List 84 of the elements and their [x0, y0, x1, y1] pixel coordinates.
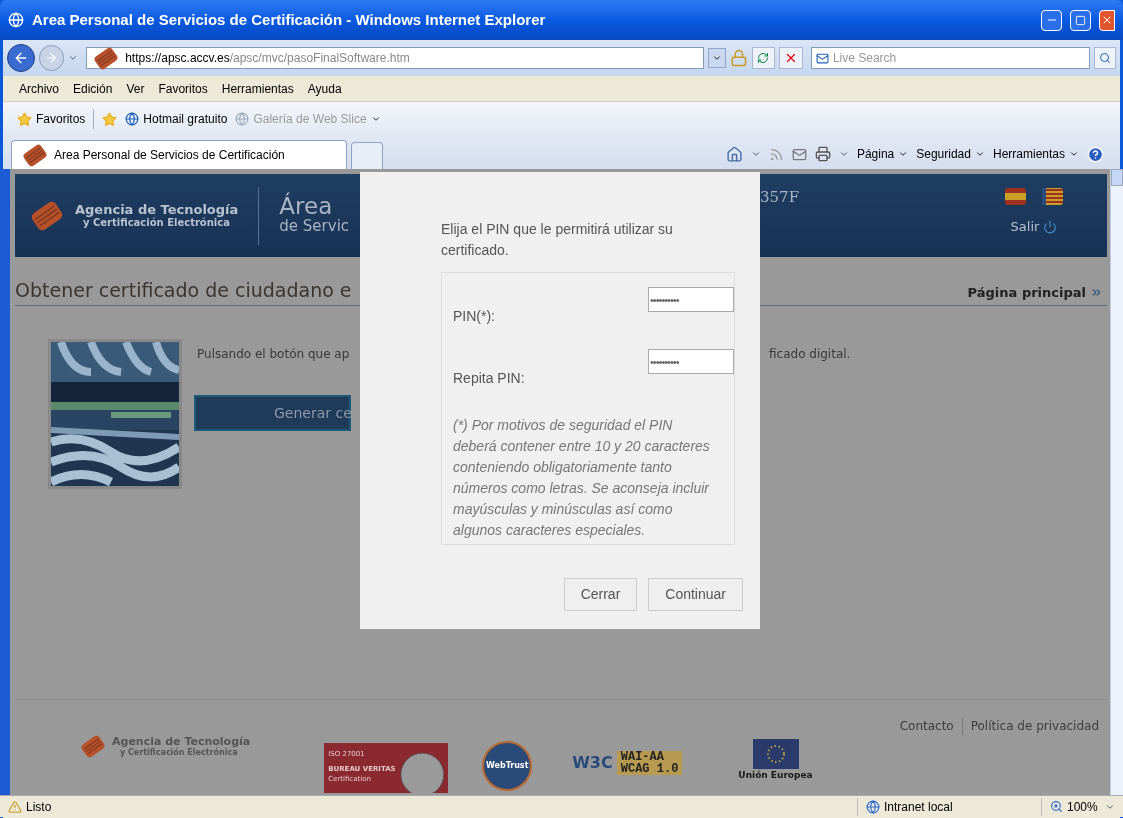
menu-item[interactable]: Herramientas [221, 79, 294, 98]
command-menu[interactable]: Herramientas [992, 145, 1079, 163]
dropdown-button[interactable] [707, 48, 726, 68]
command-menu[interactable]: Página [856, 145, 909, 163]
menu-item[interactable]: Ver [126, 79, 145, 98]
globe-icon [125, 112, 140, 126]
address-field[interactable]: https://apsc.accv.es/apsc/mvc/pasoFinalSoftware.htm [86, 47, 704, 69]
feed-icon[interactable] [768, 146, 784, 162]
close-icon [1101, 14, 1113, 26]
search-icon [1099, 52, 1112, 64]
browser-icon [8, 12, 24, 28]
pin-field[interactable]: •••••••••• [648, 349, 734, 374]
help-icon[interactable] [1087, 145, 1104, 163]
area-subtitle: de Servic [279, 215, 350, 236]
scrollbar[interactable] [1110, 169, 1123, 795]
pin-requirements-note: (*) Por motivos de seguridad el PIN deberá contener entre 10 y 20 caracteres conteniendo obligatoriamente tanto números como letras. Se aconseja incluir mayúsculas y minúsculas así como algunos caracteres especiales. [453, 416, 711, 540]
favorites-link[interactable]: Hotmail gratuito [125, 110, 228, 128]
power-icon [1043, 219, 1058, 234]
pin-field[interactable]: •••••••••• [648, 287, 734, 312]
org-name: Agencia de Tecnología [112, 735, 251, 747]
browser-tab[interactable]: Area Personal de Servicios de Certificación [11, 140, 347, 169]
dialog-prompt: Elija el PIN que le permitirá utilizar su certificado. [441, 220, 674, 260]
privacy-link[interactable]: Política de privacidad [962, 717, 1099, 735]
valencia-flag-icon[interactable] [1042, 186, 1063, 207]
window-title: Area Personal de Servicios de Certificación - Windows Internet Explorer [32, 9, 547, 30]
zoom-button[interactable]: 100% [1041, 797, 1101, 816]
page-title: Obtener certificado de ciudadano e [15, 277, 352, 303]
close-button[interactable] [1099, 9, 1115, 31]
continue-button[interactable]: Continuar [648, 578, 743, 611]
caret-icon[interactable] [838, 149, 849, 159]
org-subtitle: y Certificación Electrónica [119, 747, 238, 758]
globe-icon [235, 112, 250, 126]
menu-item[interactable]: Edición [73, 79, 113, 98]
contact-link[interactable]: Contacto [899, 717, 962, 735]
star-icon [17, 111, 32, 127]
caret-icon[interactable] [750, 149, 761, 159]
forward-arrow-icon [44, 51, 59, 65]
back-button[interactable] [7, 44, 35, 72]
mail-icon [815, 51, 829, 65]
intranet-icon [866, 799, 880, 814]
org-subtitle: y Certificación Electrónica [83, 216, 230, 229]
new-tab-button[interactable] [351, 142, 383, 169]
favorites-button[interactable]: Favoritos [17, 110, 86, 128]
home-page-link[interactable]: Página principal [967, 282, 1107, 305]
print-icon[interactable] [814, 146, 831, 162]
field-label: Repita PIN: [453, 369, 525, 388]
user-id: 357F [760, 187, 800, 208]
refresh-icon [757, 52, 770, 64]
caret-icon [898, 149, 909, 159]
menu-item[interactable]: Ayuda [307, 79, 342, 98]
accessibility-badge: WAI-AA WCAG 1.0 [616, 751, 683, 775]
stop-button[interactable] [779, 47, 803, 69]
maximize-button[interactable] [1070, 9, 1091, 31]
eu-badge: Unión Europea [738, 739, 813, 783]
zone-text: Intranet local [884, 798, 953, 816]
close-button[interactable]: Cerrar [563, 578, 638, 611]
generate-button[interactable]: Generar ce [194, 395, 351, 431]
menu-item[interactable]: Favoritos [158, 79, 208, 98]
warning-icon [8, 799, 22, 814]
zoom-icon [1050, 800, 1063, 813]
menu-item[interactable]: Archivo [19, 79, 59, 98]
stars-icon [764, 743, 787, 765]
caret-icon [370, 114, 381, 124]
search-button[interactable] [1094, 47, 1116, 69]
webtrust-seal: WebTrust [482, 741, 533, 791]
caret-icon [974, 149, 985, 159]
caret-icon[interactable] [68, 53, 79, 63]
intro-text: ficado digital. [769, 346, 851, 363]
command-menu[interactable]: Seguridad [916, 145, 985, 163]
minimize-button[interactable] [1041, 9, 1062, 31]
field-label: PIN(*): [453, 307, 495, 326]
caret-icon [1069, 149, 1079, 159]
logout-link[interactable]: Salir [1010, 217, 1058, 237]
refresh-button[interactable] [751, 47, 776, 69]
spain-flag-icon[interactable] [1005, 186, 1026, 207]
intro-text: Pulsando el botón que ap [197, 346, 351, 363]
org-name: Agencia de Tecnología [75, 202, 239, 216]
lock-icon[interactable] [729, 49, 748, 67]
status-text: Listo [26, 798, 53, 816]
mail-icon[interactable] [791, 146, 807, 162]
caret-icon [711, 53, 722, 63]
home-icon[interactable] [725, 145, 743, 163]
maximize-icon [1075, 14, 1086, 26]
w3c-logo: W3C [572, 752, 613, 774]
